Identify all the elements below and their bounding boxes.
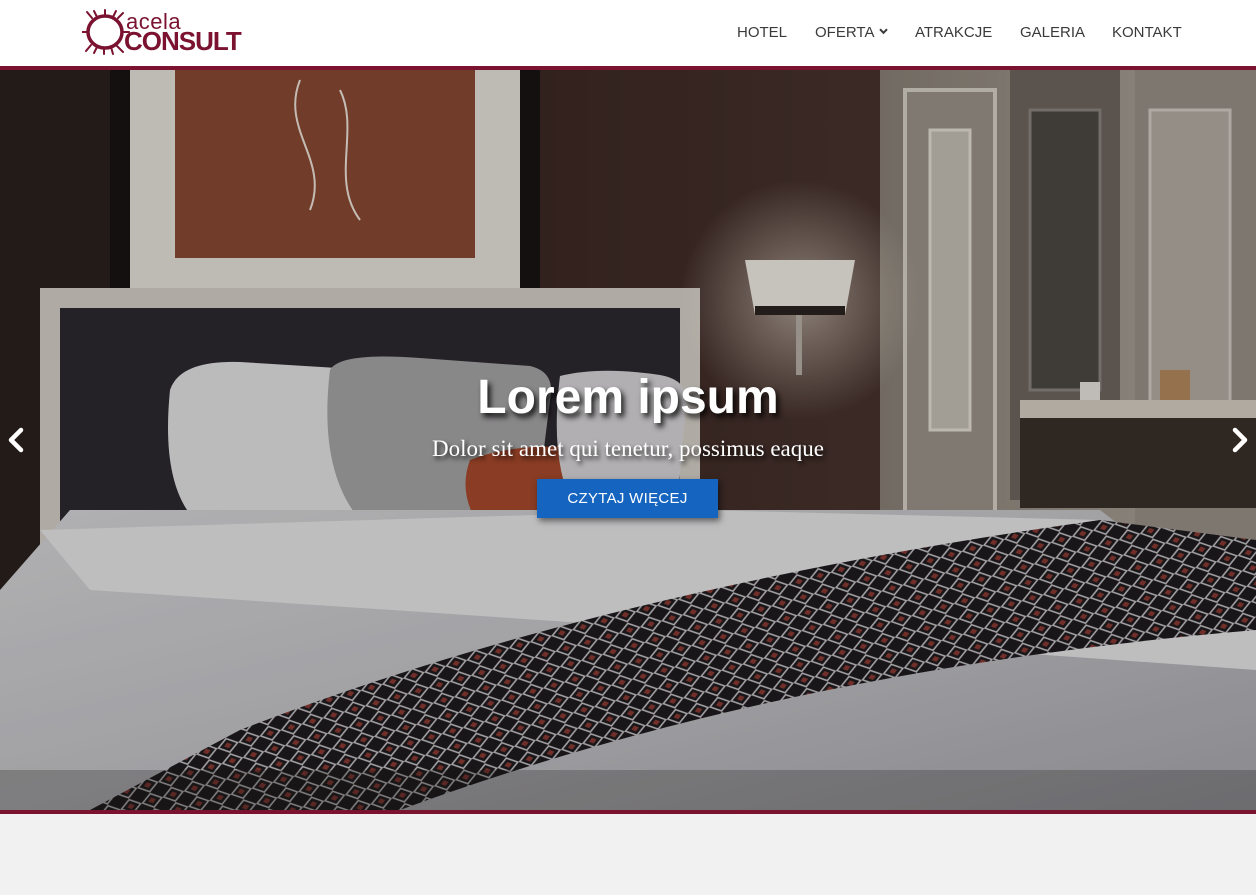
- site-logo[interactable]: acela CONSULT: [82, 8, 242, 56]
- nav-item-oferta-label: OFERTA: [815, 24, 875, 41]
- nav-item-hotel[interactable]: HOTEL: [737, 23, 787, 43]
- logo-wordmark-bottom: CONSULT: [124, 26, 242, 56]
- hero-title: Lorem ipsum: [477, 371, 779, 424]
- hero-divider: [0, 810, 1256, 814]
- chevron-down-icon: [879, 28, 889, 35]
- nav-item-kontakt[interactable]: KONTAKT: [1112, 23, 1182, 43]
- nav-item-atrakcje[interactable]: ATRAKCJE: [915, 23, 992, 43]
- slider-prev-button[interactable]: [2, 425, 32, 455]
- slider-next-button[interactable]: [1224, 425, 1254, 455]
- chevron-right-icon: [1232, 427, 1248, 453]
- site-header: acela CONSULT HOTEL OFERTA ATRAKCJE GALE…: [0, 0, 1256, 66]
- hero-slider: Lorem ipsum Dolor sit amet qui tenetur, …: [0, 70, 1256, 810]
- nav-item-oferta[interactable]: OFERTA: [815, 23, 889, 43]
- hero-subtitle: Dolor sit amet qui tenetur, possimus eaq…: [432, 436, 824, 461]
- nav-item-galeria[interactable]: GALERIA: [1020, 23, 1085, 43]
- read-more-button[interactable]: CZYTAJ WIĘCEJ: [537, 479, 718, 518]
- chevron-left-icon: [8, 427, 24, 453]
